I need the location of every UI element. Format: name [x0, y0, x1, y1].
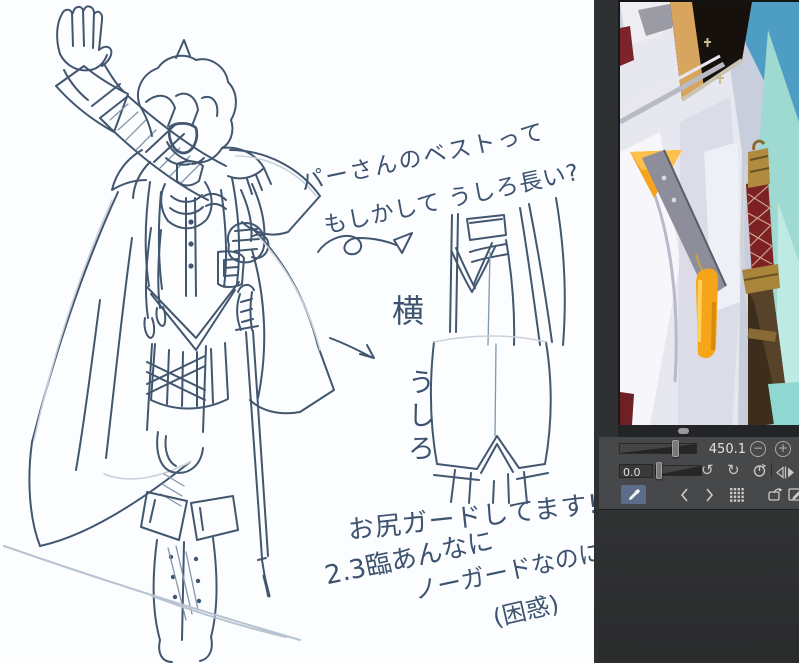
reset-rotation-icon: [753, 463, 767, 477]
edit-image-button[interactable]: [788, 486, 799, 506]
eyedropper-icon: [628, 488, 640, 500]
drawing-canvas[interactable]: パーさんのベストって もしかして うしろ長い? 横 うしろ お尻ガードしてます!…: [0, 0, 594, 663]
grid-icon: [730, 488, 744, 502]
thumbnail-grid-button[interactable]: [730, 487, 744, 506]
scrollbar-thumb[interactable]: [678, 428, 689, 434]
import-to-canvas-button[interactable]: [767, 486, 783, 506]
rotation-slider-handle[interactable]: [656, 462, 662, 479]
import-canvas-icon: [768, 487, 783, 501]
zoom-value: 450.1: [708, 442, 746, 457]
paint-app-window: パーさんのベストって もしかして うしろ長い? 横 うしろ お尻ガードしてます!…: [0, 0, 799, 663]
rotate-ccw-button[interactable]: ↺: [701, 463, 714, 478]
next-image-button[interactable]: [705, 487, 714, 506]
chevron-right-icon: [706, 488, 714, 502]
controls-separator: [771, 463, 772, 477]
zoom-in-button[interactable]: +: [775, 441, 791, 457]
zoom-slider[interactable]: [619, 443, 697, 454]
edit-icon: [788, 488, 799, 501]
eyedropper-button[interactable]: [621, 485, 646, 504]
flip-horizontal-button[interactable]: [776, 464, 795, 483]
reference-artwork: [620, 2, 799, 425]
subview-palette: 450.1 − + 0.0 ↺ ↻: [594, 0, 799, 663]
rotation-slider[interactable]: [655, 465, 702, 476]
zoom-slider-handle[interactable]: [672, 440, 679, 457]
annotation-label-back-view: うしろ: [403, 368, 434, 467]
subview-controls: 450.1 − + 0.0 ↺ ↻: [599, 437, 799, 509]
rotation-input[interactable]: 0.0: [619, 464, 653, 479]
subview-horizontal-scrollbar[interactable]: [618, 425, 799, 437]
chevron-left-icon: [680, 488, 688, 502]
annotation-label-side-view: 横: [392, 292, 425, 330]
flip-horizontal-icon: [776, 466, 794, 479]
zoom-out-button[interactable]: −: [750, 441, 766, 457]
subview-reference-image[interactable]: [618, 0, 799, 425]
reset-rotation-button[interactable]: [752, 463, 767, 482]
palette-empty-area: [599, 509, 799, 663]
previous-image-button[interactable]: [680, 487, 689, 506]
rotate-cw-button[interactable]: ↻: [727, 463, 740, 478]
